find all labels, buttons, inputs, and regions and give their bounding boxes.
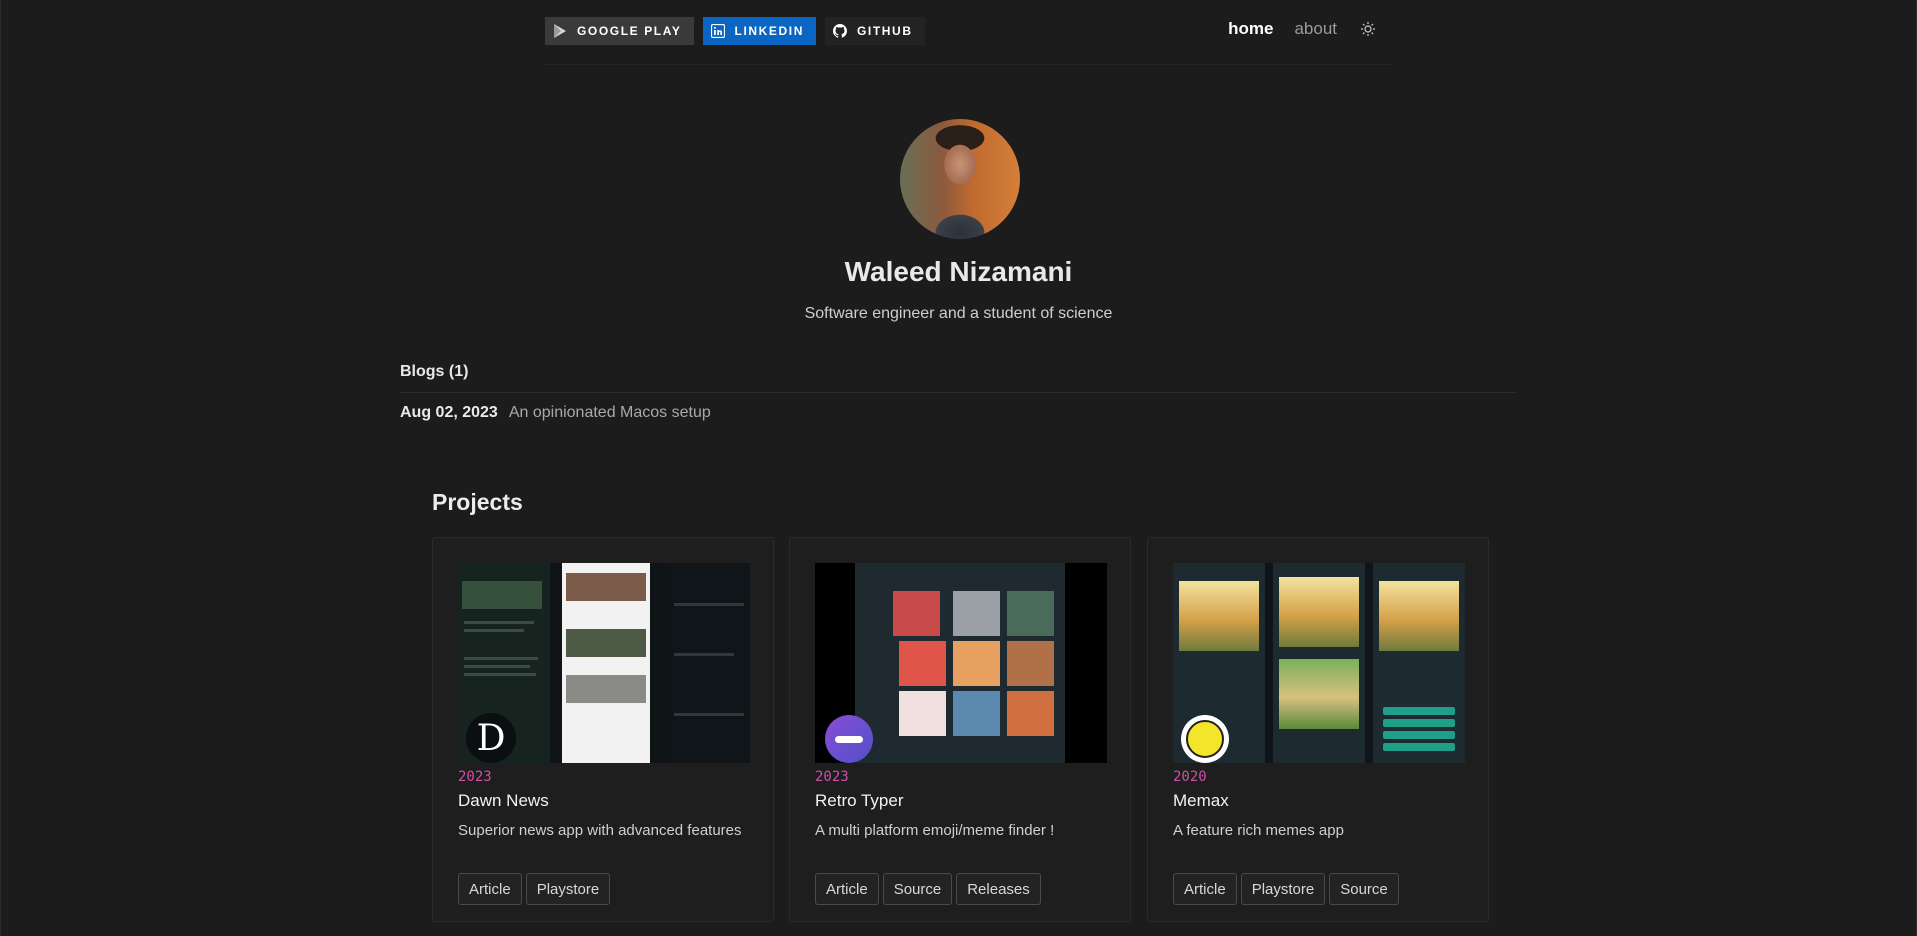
project-screenshot[interactable]: D <box>458 563 750 763</box>
blog-date: Aug 02, 2023 <box>400 404 498 421</box>
app-screen-mock <box>668 563 750 763</box>
nav-home[interactable]: home <box>1228 19 1273 39</box>
project-buttons: Article Playstore <box>458 873 614 905</box>
project-title: Memax <box>1173 791 1229 810</box>
profile-name: Waleed Nizamani <box>844 256 1073 287</box>
app-screen-mock <box>855 563 1065 763</box>
project-description: A multi platform emoji/meme finder ! <box>815 822 1055 839</box>
profile-tagline: Software engineer and a student of scien… <box>804 305 1113 322</box>
playstore-button[interactable]: Playstore <box>1240 873 1326 905</box>
sun-icon <box>1361 22 1375 36</box>
article-button[interactable]: Article <box>815 873 879 905</box>
app-screen-mock <box>1373 563 1465 763</box>
project-screenshot[interactable] <box>1173 563 1465 763</box>
source-button[interactable]: Source <box>882 873 953 905</box>
google-play-label: GOOGLE PLAY <box>577 24 682 38</box>
blog-list-item: Aug 02, 2023 An opinionated Macos setup <box>400 404 711 422</box>
project-card-memax: 2020 Memax A feature rich memes app Arti… <box>1147 537 1489 922</box>
app-screen-mock <box>1273 563 1365 763</box>
project-description: A feature rich memes app <box>1173 822 1344 839</box>
linkedin-badge[interactable]: LINKEDIN <box>702 17 816 45</box>
project-card-retro-typer: 2023 Retro Typer A multi platform emoji/… <box>789 537 1131 922</box>
project-buttons: Article Source Releases <box>815 873 1045 905</box>
social-badges: GOOGLE PLAY LINKEDIN GITHUB <box>545 17 934 45</box>
nav-about[interactable]: about <box>1294 19 1337 39</box>
app-screen-mock <box>562 563 650 763</box>
linkedin-label: LINKEDIN <box>734 24 804 38</box>
app-logo <box>1181 715 1229 763</box>
project-title: Retro Typer <box>815 791 904 810</box>
blog-title-link[interactable]: An opinionated Macos setup <box>509 404 711 422</box>
top-bar: GOOGLE PLAY LINKEDIN GITHUB home about <box>544 0 1390 65</box>
linkedin-icon <box>710 24 725 38</box>
github-badge[interactable]: GITHUB <box>824 17 925 45</box>
projects-heading: Projects <box>432 489 523 515</box>
github-label: GITHUB <box>856 24 913 38</box>
article-button[interactable]: Article <box>458 873 522 905</box>
project-description: Superior news app with advanced features <box>458 822 742 839</box>
dawn-logo: D <box>466 713 516 763</box>
google-play-badge[interactable]: GOOGLE PLAY <box>545 17 694 45</box>
source-button[interactable]: Source <box>1329 873 1399 905</box>
playstore-button[interactable]: Playstore <box>525 873 611 905</box>
profile-avatar <box>900 119 1020 239</box>
main-nav: home about <box>1207 19 1378 39</box>
blogs-divider <box>400 392 1516 393</box>
project-year: 2020 <box>1173 769 1207 785</box>
google-play-icon <box>554 24 566 38</box>
project-screenshot[interactable] <box>815 563 1107 763</box>
app-logo <box>825 715 873 763</box>
project-card-dawn-news: D 2023 Dawn News Superior news app with … <box>432 537 774 922</box>
releases-button[interactable]: Releases <box>956 873 1041 905</box>
article-button[interactable]: Article <box>1173 873 1237 905</box>
project-title: Dawn News <box>458 791 549 810</box>
github-icon <box>832 24 847 38</box>
blogs-heading: Blogs (1) <box>400 363 469 380</box>
theme-toggle-button[interactable] <box>1358 19 1378 39</box>
project-year: 2023 <box>458 769 492 785</box>
project-buttons: Article Playstore Source <box>1173 873 1403 905</box>
project-year: 2023 <box>815 769 849 785</box>
